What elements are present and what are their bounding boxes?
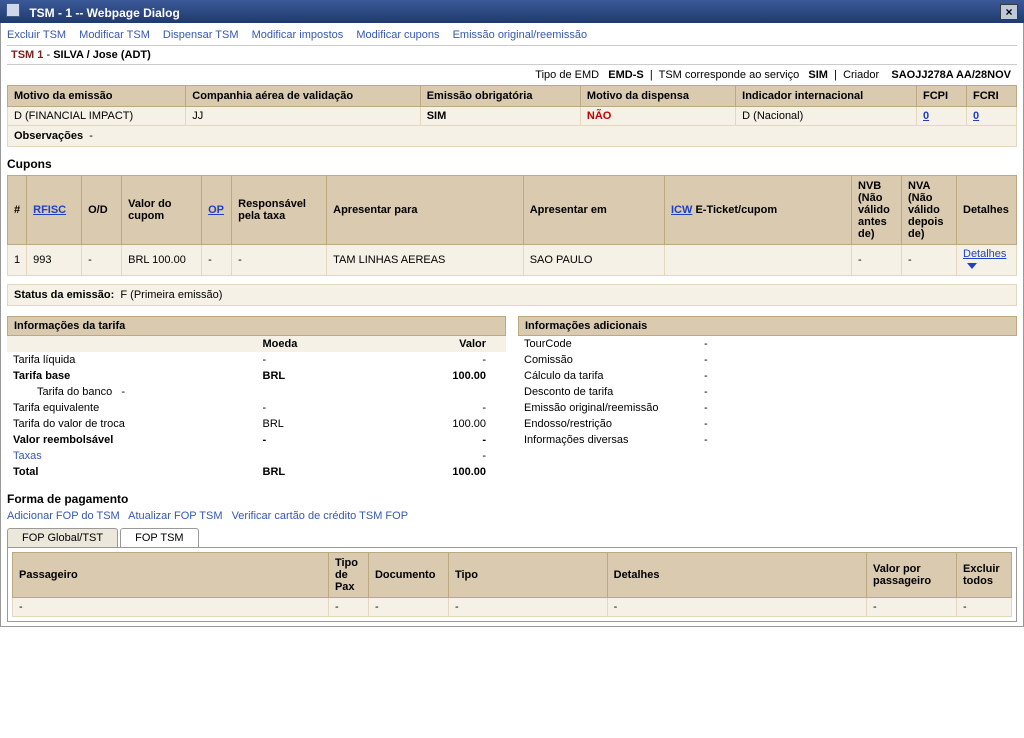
col-od: O/D <box>82 176 122 245</box>
app-icon <box>6 3 20 17</box>
cupons-title: Cupons <box>7 157 1017 171</box>
status-bar: Status da emissão: F (Primeira emissão) <box>7 284 1017 306</box>
cell-motivo-disp: NÃO <box>587 110 611 122</box>
col-tipo: Tipo <box>448 553 607 598</box>
col-num: # <box>8 176 27 245</box>
modificar-cupons-link[interactable]: Modificar cupons <box>356 29 439 41</box>
col-nvb: NVB (Não válido antes de) <box>852 176 902 245</box>
modificar-tsm-link[interactable]: Modificar TSM <box>79 29 150 41</box>
status-value: F (Primeira emissão) <box>120 289 222 301</box>
fcpi-link[interactable]: 0 <box>923 110 929 122</box>
col-nva: NVA (Não válido depois de) <box>902 176 957 245</box>
tipo-emd-value: EMD-S <box>608 69 643 81</box>
hdr-indicador: Indicador internacional <box>736 86 917 107</box>
col-detalhes-fop: Detalhes <box>607 553 866 598</box>
close-button[interactable]: × <box>1000 4 1018 20</box>
update-fop-link[interactable]: Atualizar FOP TSM <box>128 510 222 522</box>
cell-motivo: D (FINANCIAL IMPACT) <box>8 107 186 126</box>
adicionais-panel: Informações adicionais TourCode- Comissã… <box>518 316 1017 480</box>
col-resp: Responsável pela taxa <box>232 176 327 245</box>
col-valor-por: Valor por passageiro <box>867 553 957 598</box>
adicionais-title: Informações adicionais <box>518 316 1017 336</box>
add-fop-link[interactable]: Adicionar FOP do TSM <box>7 510 120 522</box>
col-apresentar-em: Apresentar em <box>523 176 664 245</box>
fop-links: Adicionar FOP do TSM Atualizar FOP TSM V… <box>7 510 1017 522</box>
passenger-name: SILVA / Jose (ADT) <box>53 49 151 61</box>
excluir-tsm-link[interactable]: Excluir TSM <box>7 29 66 41</box>
meta-line: Tipo de EMD EMD-S | TSM corresponde ao s… <box>7 65 1017 85</box>
col-op[interactable]: OP <box>208 204 224 216</box>
fop-tabs: FOP Global/TST FOP TSM <box>7 528 1017 547</box>
hdr-fcri: FCRI <box>967 86 1017 107</box>
tarifa-panel: Informações da tarifa Moeda Valor Tarifa… <box>7 316 506 480</box>
cell-companhia: JJ <box>186 107 420 126</box>
info-grid: Motivo da emissão Companhia aérea de val… <box>7 85 1017 147</box>
verify-cc-link[interactable]: Verificar cartão de crédito TSM FOP <box>232 510 408 522</box>
hdr-fcpi: FCPI <box>917 86 967 107</box>
hdr-motivo-disp: Motivo da dispensa <box>580 86 735 107</box>
hdr-emissao-obr: Emissão obrigatória <box>420 86 580 107</box>
detalhes-link[interactable]: Detalhes <box>963 248 1006 260</box>
hdr-companhia: Companhia aérea de validação <box>186 86 420 107</box>
tab-fop-tsm[interactable]: FOP TSM <box>120 528 199 547</box>
fop-row: - - - - - - - <box>13 598 1012 617</box>
col-tipo-pax: Tipo de Pax <box>328 553 368 598</box>
taxas-link[interactable]: Taxas <box>13 450 42 462</box>
tarifa-title: Informações da tarifa <box>7 316 506 336</box>
tab-fop-global[interactable]: FOP Global/TST <box>7 528 118 547</box>
coupon-row: 1 993 - BRL 100.00 - - TAM LINHAS AEREAS… <box>8 245 1017 276</box>
col-documento: Documento <box>368 553 448 598</box>
col-passageiro: Passageiro <box>13 553 329 598</box>
window-titlebar: TSM - 1 -- Webpage Dialog × <box>0 0 1024 23</box>
coupons-table: # RFISC O/D Valor do cupom OP Responsáve… <box>7 175 1017 276</box>
cell-emissao-obr: SIM <box>427 110 447 122</box>
col-valor: Valor do cupom <box>122 176 202 245</box>
action-bar: Excluir TSM Modificar TSM Dispensar TSM … <box>7 27 1017 45</box>
col-rfisc[interactable]: RFISC <box>33 204 66 216</box>
obs-value: - <box>89 130 93 142</box>
cell-indicador: D (Nacional) <box>736 107 917 126</box>
emissao-original-link[interactable]: Emissão original/reemissão <box>453 29 588 41</box>
fcri-link[interactable]: 0 <box>973 110 979 122</box>
corresponde-value: SIM <box>808 69 828 81</box>
hdr-motivo: Motivo da emissão <box>8 86 186 107</box>
obs-label: Observações <box>14 130 83 142</box>
fop-table: Passageiro Tipo de Pax Documento Tipo De… <box>12 552 1012 617</box>
col-apresentar-para: Apresentar para <box>327 176 524 245</box>
tsm-label: TSM 1 <box>11 49 43 61</box>
col-detalhes: Detalhes <box>957 176 1017 245</box>
window-title: TSM - 1 -- Webpage Dialog <box>29 6 179 20</box>
dispensar-tsm-link[interactable]: Dispensar TSM <box>163 29 239 41</box>
col-excluir: Excluir todos <box>957 553 1012 598</box>
passenger-row: TSM 1 - SILVA / Jose (ADT) <box>7 45 1017 65</box>
modificar-impostos-link[interactable]: Modificar impostos <box>252 29 344 41</box>
fop-title: Forma de pagamento <box>7 492 1017 506</box>
col-icw-eticket: ICW E-Ticket/cupom <box>665 176 852 245</box>
criador-value: SAOJJ278A AA/28NOV <box>891 69 1011 81</box>
chevron-down-icon[interactable] <box>967 263 977 269</box>
